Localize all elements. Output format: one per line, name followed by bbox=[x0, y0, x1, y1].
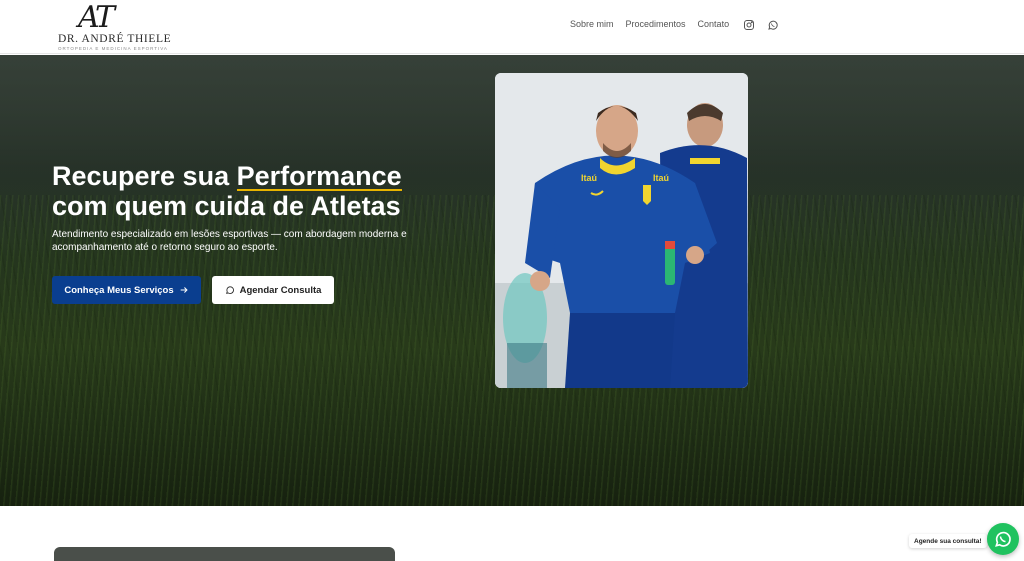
logo-monogram: AT bbox=[78, 0, 115, 35]
hero-photo: Itaú Itaú bbox=[495, 73, 748, 388]
athletes-illustration: Itaú Itaú bbox=[495, 73, 748, 388]
whatsapp-float-label[interactable]: Agende sua consulta! bbox=[909, 534, 987, 548]
hero-title-prefix: Recupere sua bbox=[52, 161, 237, 191]
site-header: AT DR. ANDRÉ THIELE Ortopedia e Medicina… bbox=[0, 0, 1024, 54]
whatsapp-icon bbox=[995, 531, 1011, 547]
jersey-sponsor-text: Itaú bbox=[581, 173, 597, 183]
logo[interactable]: AT DR. ANDRÉ THIELE Ortopedia e Medicina… bbox=[56, 0, 171, 52]
hero-title-line2: com quem cuida de Atletas bbox=[52, 191, 401, 221]
services-button[interactable]: Conheça Meus Serviços bbox=[52, 276, 201, 304]
nav-item-sobre-mim[interactable]: Sobre mim bbox=[570, 19, 614, 29]
whatsapp-icon[interactable] bbox=[767, 19, 779, 31]
logo-name: DR. ANDRÉ THIELE bbox=[58, 33, 172, 45]
main-nav: Sobre mim Procedimentos Contato bbox=[570, 19, 729, 29]
instagram-icon[interactable] bbox=[743, 19, 755, 31]
schedule-button-label: Agendar Consulta bbox=[239, 284, 322, 296]
hero-title: Recupere sua Performance com quem cuida … bbox=[52, 161, 402, 221]
hero-section: Recupere sua Performance com quem cuida … bbox=[0, 55, 1024, 506]
nav-item-contato[interactable]: Contato bbox=[698, 19, 730, 29]
whatsapp-float-button[interactable] bbox=[987, 523, 1019, 555]
hero-title-highlight: Performance bbox=[236, 161, 402, 191]
logo-tagline: Ortopedia e Medicina Esportiva bbox=[58, 46, 168, 51]
arrow-right-icon bbox=[180, 287, 188, 293]
whatsapp-icon bbox=[225, 286, 234, 294]
services-button-label: Conheça Meus Serviços bbox=[64, 284, 174, 296]
hero-description: Atendimento especializado em lesões espo… bbox=[52, 229, 407, 253]
jersey-sponsor-text-2: Itaú bbox=[653, 173, 669, 183]
about-image-preview bbox=[54, 547, 395, 561]
nav-item-procedimentos[interactable]: Procedimentos bbox=[626, 19, 686, 29]
schedule-button[interactable]: Agendar Consulta bbox=[212, 276, 334, 304]
